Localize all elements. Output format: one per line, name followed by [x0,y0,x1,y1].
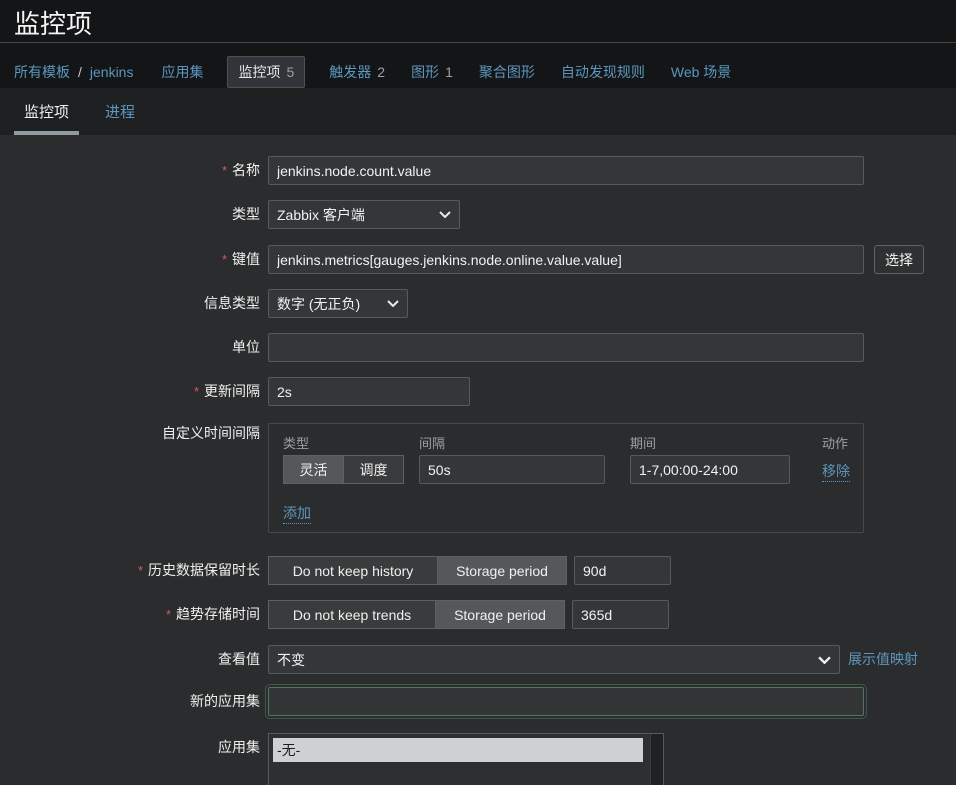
breadcrumb-nav-row: 所有模板 / jenkins 应用集 监控项 5 触发器 2 图形 1 聚合图形… [14,55,731,88]
breadcrumb: 所有模板 / jenkins [14,62,133,82]
nav-graphs-count: 1 [445,64,453,80]
type-select[interactable]: Zabbix 客户端 [268,200,460,229]
show-value-mappings-link[interactable]: 展示值映射 [848,645,918,674]
type-label: 类型 [0,200,260,229]
new-application-label: 新的应用集 [0,687,260,716]
custom-interval-input[interactable] [419,455,605,484]
title-divider [0,42,956,43]
breadcrumb-template-jenkins[interactable]: jenkins [90,64,134,80]
key-input[interactable] [268,245,864,274]
required-asterisk: * [138,563,143,578]
custom-intervals-fieldset: 类型 间隔 期间 动作 灵活 调度 移除 添加 [268,423,864,533]
show-value-select-value: 不变 [277,650,305,670]
trends-off-button[interactable]: Do not keep trends [268,600,436,629]
custom-intervals-header-action: 动作 [822,433,848,452]
custom-intervals-header-interval: 间隔 [419,433,445,452]
name-label: *名称 [0,156,260,185]
tab-preprocessing[interactable]: 进程 [95,88,145,135]
units-label: 单位 [0,333,260,362]
applications-option-none[interactable]: -无- [273,738,643,762]
required-asterisk: * [222,163,227,178]
zabbix-item-config-page: 监控项 所有模板 / jenkins 应用集 监控项 5 触发器 2 图形 1 … [0,0,956,785]
nav-graphs-label: 图形 [411,62,439,82]
interval-type-toggle: 灵活 调度 [283,455,404,484]
info-type-select-value: 数字 (无正负) [277,294,360,314]
nav-triggers[interactable]: 触发器 2 [329,62,385,82]
custom-intervals-header-period: 期间 [630,433,656,452]
history-label: *历史数据保留时长 [0,556,260,585]
item-form: *名称 类型 Zabbix 客户端 *键值 选择 信息类型 数字 (无正负) 单… [0,135,956,785]
template-section-nav: 应用集 监控项 5 触发器 2 图形 1 聚合图形 自动发现规则 Web 场景 [161,62,731,82]
interval-type-scheduling-button[interactable]: 调度 [343,455,404,484]
info-type-select[interactable]: 数字 (无正负) [268,289,408,318]
chevron-down-icon [439,211,451,218]
interval-type-flexible-button[interactable]: 灵活 [283,455,344,484]
remove-interval-link[interactable]: 移除 [822,461,850,482]
nav-discovery-rules[interactable]: 自动发现规则 [561,62,645,82]
update-interval-label: *更新间隔 [0,377,260,406]
history-period-input[interactable] [574,556,671,585]
applications-label: 应用集 [0,733,260,762]
listbox-scrollbar[interactable] [650,734,663,785]
custom-intervals-label: 自定义时间间隔 [0,425,260,441]
required-asterisk: * [222,252,227,267]
breadcrumb-all-templates[interactable]: 所有模板 [14,62,70,82]
applications-listbox[interactable]: -无- [268,733,664,785]
page-title: 监控项 [14,4,92,41]
trends-period-input[interactable] [572,600,669,629]
required-asterisk: * [166,607,171,622]
chevron-down-icon [387,300,399,307]
form-tabbar: 监控项 进程 [0,88,956,135]
key-select-button[interactable]: 选择 [874,245,924,274]
units-input[interactable] [268,333,864,362]
new-application-input[interactable] [268,687,864,716]
history-storage-period-button[interactable]: Storage period [437,556,567,585]
type-select-value: Zabbix 客户端 [277,205,365,225]
trends-label: *趋势存储时间 [0,600,260,629]
custom-period-input[interactable] [630,455,790,484]
nav-triggers-count: 2 [377,64,385,80]
history-off-button[interactable]: Do not keep history [268,556,438,585]
tab-item[interactable]: 监控项 [14,88,79,135]
nav-graphs[interactable]: 图形 1 [411,62,453,82]
show-value-label: 查看值 [0,645,260,674]
nav-items-count: 5 [286,64,294,80]
nav-screens[interactable]: 聚合图形 [479,62,535,82]
chevron-down-icon [818,656,831,664]
info-type-label: 信息类型 [0,289,260,318]
name-input[interactable] [268,156,864,185]
nav-items-selected[interactable]: 监控项 5 [227,56,305,88]
trends-storage-period-button[interactable]: Storage period [435,600,565,629]
trends-toggle: Do not keep trends Storage period [268,600,565,629]
key-label: *键值 [0,245,260,274]
nav-items-label: 监控项 [238,62,280,82]
custom-intervals-header-type: 类型 [283,433,309,452]
show-value-select[interactable]: 不变 [268,645,840,674]
nav-applications[interactable]: 应用集 [161,62,203,82]
nav-web-scenarios[interactable]: Web 场景 [671,62,731,82]
add-interval-link[interactable]: 添加 [283,503,311,524]
required-asterisk: * [194,384,199,399]
history-toggle: Do not keep history Storage period [268,556,567,585]
nav-triggers-label: 触发器 [329,62,371,82]
update-interval-input[interactable] [268,377,470,406]
breadcrumb-separator: / [78,64,82,80]
